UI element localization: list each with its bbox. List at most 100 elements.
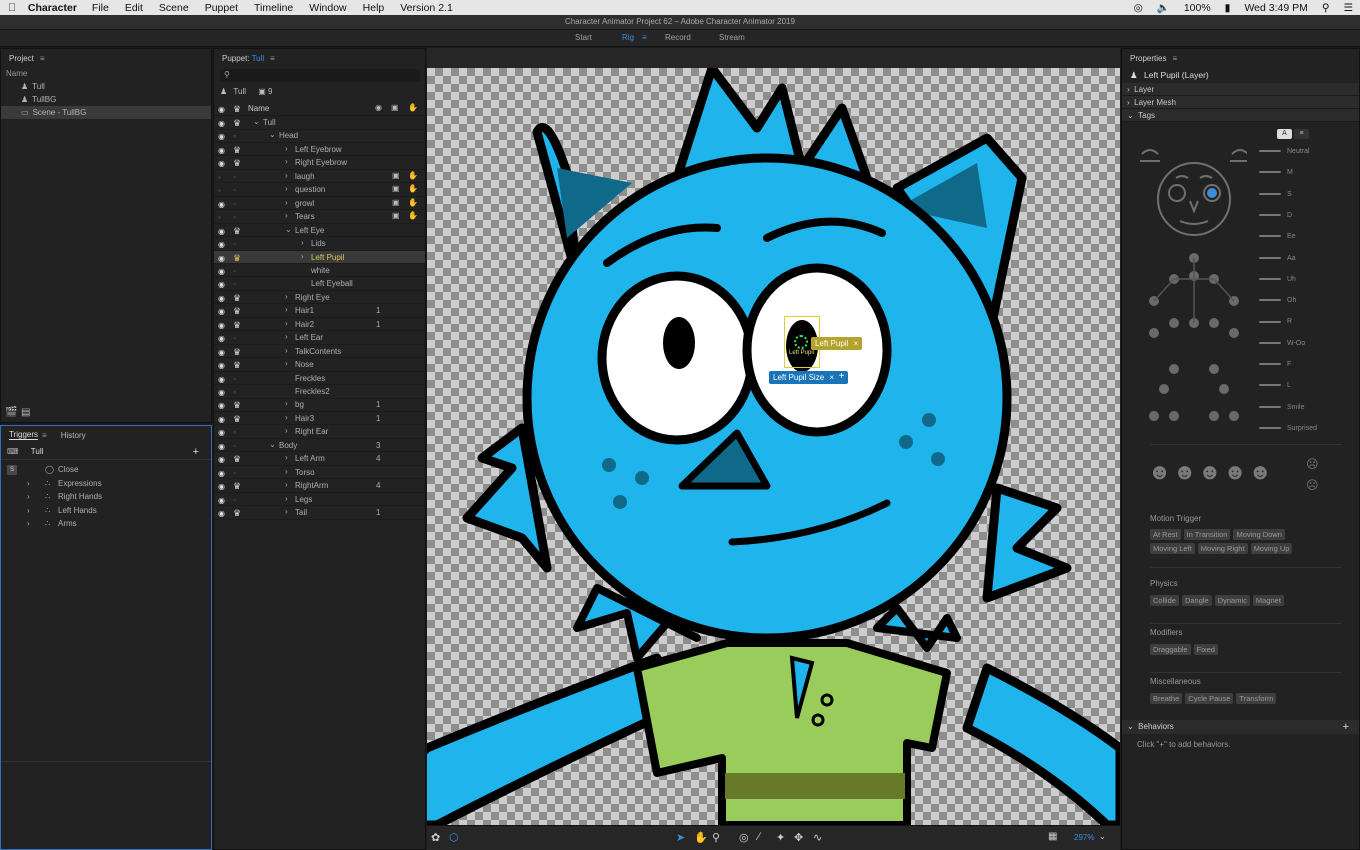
tag-moving-left[interactable]: Moving Left: [1150, 543, 1195, 554]
independent-crown-icon[interactable]: ▪: [233, 185, 236, 195]
independent-crown-icon[interactable]: ▪: [233, 266, 236, 276]
panel-menu-icon[interactable]: ≡: [1172, 54, 1177, 63]
independent-crown-icon[interactable]: ▪: [233, 387, 236, 397]
trigger-item-left-hands[interactable]: › ∴ Left Hands: [1, 504, 211, 518]
chevron-right-icon[interactable]: ›: [301, 252, 304, 261]
visibility-eye-icon[interactable]: ◉: [218, 482, 225, 491]
visibility-eye-icon[interactable]: ◉: [218, 442, 225, 451]
section-tags[interactable]: ⌄ Tags: [1122, 109, 1359, 122]
workspace-rig[interactable]: Rig: [622, 33, 634, 42]
chevron-right-icon[interactable]: ›: [285, 144, 288, 153]
triggers-menu-icon[interactable]: ≡: [42, 431, 47, 440]
tag-transform[interactable]: Transform: [1236, 693, 1277, 704]
camera-icon[interactable]: ▣: [392, 184, 400, 193]
puppet-layer-row[interactable]: ◉ ♛ › RightArm 4: [214, 479, 425, 493]
chevron-right-icon[interactable]: ›: [285, 305, 288, 314]
chevron-right-icon[interactable]: ›: [285, 507, 288, 516]
visibility-eye-icon[interactable]: ◉: [218, 294, 225, 303]
puppet-layer-row[interactable]: ◉ ▪ Freckles2: [214, 385, 425, 399]
visibility-eye-icon[interactable]: ◉: [218, 321, 225, 330]
independent-crown-icon[interactable]: ♛: [233, 226, 241, 237]
independent-crown-icon[interactable]: ♛: [233, 306, 241, 317]
chevron-right-icon[interactable]: ›: [27, 517, 30, 531]
mouth-tag[interactable]: L: [1259, 382, 1291, 389]
independent-crown-icon[interactable]: ▪: [233, 468, 236, 478]
visibility-eye-icon[interactable]: ◉: [218, 415, 225, 424]
tag-moving-down[interactable]: Moving Down: [1233, 529, 1285, 540]
close-icon[interactable]: ×: [854, 339, 859, 348]
zoom-tool-icon[interactable]: ⚲: [712, 831, 720, 844]
mouth-tag[interactable]: S: [1259, 191, 1292, 198]
tag-at-rest[interactable]: At Rest: [1150, 529, 1181, 540]
mouth-tag[interactable]: Aa: [1259, 255, 1296, 262]
mesh-view-icon[interactable]: ⬡: [449, 831, 459, 844]
wifi-icon[interactable]: ◎: [1127, 2, 1150, 14]
chevron-right-icon[interactable]: ›: [285, 426, 288, 435]
puppet-layer-row[interactable]: ◉ ♛ › Hair1 1: [214, 304, 425, 318]
chevron-down-icon[interactable]: ⌄: [285, 225, 292, 234]
independent-crown-icon[interactable]: ▪: [233, 427, 236, 437]
chevron-right-icon[interactable]: ›: [285, 157, 288, 166]
mouth-tag[interactable]: Uh: [1259, 276, 1296, 283]
tag-collide[interactable]: Collide: [1150, 595, 1179, 606]
independent-crown-icon[interactable]: ♛: [233, 360, 241, 371]
independent-crown-icon[interactable]: ♛: [233, 414, 241, 425]
visibility-eye-icon[interactable]: ◉: [218, 361, 225, 370]
puppet-layer-row[interactable]: ◉ ▪ › Lids: [214, 237, 425, 251]
puppet-layer-row[interactable]: ◉ ▪ › Left Ear: [214, 331, 425, 345]
puppet-search-input[interactable]: ⚲: [220, 69, 420, 82]
mouth-tag[interactable]: Ee: [1259, 233, 1296, 240]
chevron-down-icon[interactable]: ⌄: [1099, 832, 1106, 841]
puppet-layer-row[interactable]: ◉ ♛ › Hair2 1: [214, 318, 425, 332]
independent-crown-icon[interactable]: ▪: [233, 441, 236, 451]
visibility-eye-icon[interactable]: ◉: [218, 280, 225, 289]
puppet-layer-row[interactable]: ◉ ▪ Freckles: [214, 372, 425, 386]
tag-diagram[interactable]: [1132, 141, 1247, 441]
puppet-layer-row[interactable]: ◉ ♛ › bg 1: [214, 398, 425, 412]
menu-puppet[interactable]: Puppet: [197, 2, 246, 14]
independent-crown-icon[interactable]: ♛: [233, 347, 241, 358]
puppet-layer-row[interactable]: ◉ ♛ › Nose: [214, 358, 425, 372]
independent-crown-icon[interactable]: ♛: [233, 508, 241, 519]
chevron-right-icon[interactable]: ›: [301, 238, 304, 247]
rig-view-icon[interactable]: ✿: [431, 831, 440, 844]
battery-icon[interactable]: ▮: [1218, 2, 1238, 14]
chevron-right-icon[interactable]: ›: [285, 171, 288, 180]
visibility-eye-icon[interactable]: ◉: [218, 159, 225, 168]
chevron-right-icon[interactable]: ›: [27, 490, 30, 504]
trigger-hand-icon[interactable]: ✋: [408, 211, 418, 220]
puppet-layer-row[interactable]: ◉ ▪ › Legs: [214, 493, 425, 507]
tag-breathe[interactable]: Breathe: [1150, 693, 1183, 704]
visibility-eye-icon[interactable]: ◉: [218, 307, 225, 316]
camera-icon[interactable]: ▣: [392, 198, 400, 207]
menu-app[interactable]: Character: [24, 2, 84, 14]
puppet-layer-row[interactable]: ▪ ▪ › laugh ▣ ✋: [214, 170, 425, 184]
hand-tool-icon[interactable]: ✋: [694, 831, 708, 844]
chevron-right-icon[interactable]: ›: [285, 332, 288, 341]
independent-crown-icon[interactable]: ▪: [233, 333, 236, 343]
add-behavior-button[interactable]: +: [1343, 720, 1349, 734]
notification-center-icon[interactable]: ☰: [1337, 2, 1360, 14]
mouth-tag[interactable]: W-Oo: [1259, 340, 1305, 347]
independent-crown-icon[interactable]: ▪: [233, 212, 236, 222]
zoom-level[interactable]: 297%: [1074, 833, 1094, 842]
menu-window[interactable]: Window: [301, 2, 354, 14]
handle-target-icon[interactable]: [794, 335, 808, 349]
volume-icon[interactable]: 🔈: [1150, 1, 1177, 14]
visibility-eye-icon[interactable]: ◉: [218, 455, 225, 464]
visibility-eye-icon[interactable]: ◉: [218, 375, 225, 384]
mouth-tag[interactable]: Surprised: [1259, 425, 1317, 432]
handle-tool-icon[interactable]: ✥: [794, 831, 803, 844]
tag-cycle-pause[interactable]: Cycle Pause: [1185, 693, 1234, 704]
add-tag-button[interactable]: +: [835, 371, 848, 384]
independent-crown-icon[interactable]: ♛: [233, 118, 241, 129]
puppet-layer-row[interactable]: ◉ ▪ › Torso: [214, 466, 425, 480]
independent-crown-icon[interactable]: ▪: [233, 131, 236, 141]
visibility-eye-icon[interactable]: ◉: [218, 227, 225, 236]
menu-file[interactable]: File: [84, 2, 117, 14]
visibility-eye-icon[interactable]: ◉: [218, 428, 225, 437]
chevron-right-icon[interactable]: ›: [285, 292, 288, 301]
tags-list-view-toggle[interactable]: ≡: [1294, 129, 1309, 139]
project-item-tull[interactable]: ♟ Tull: [1, 80, 211, 93]
tag-draggable[interactable]: Draggable: [1150, 644, 1191, 655]
